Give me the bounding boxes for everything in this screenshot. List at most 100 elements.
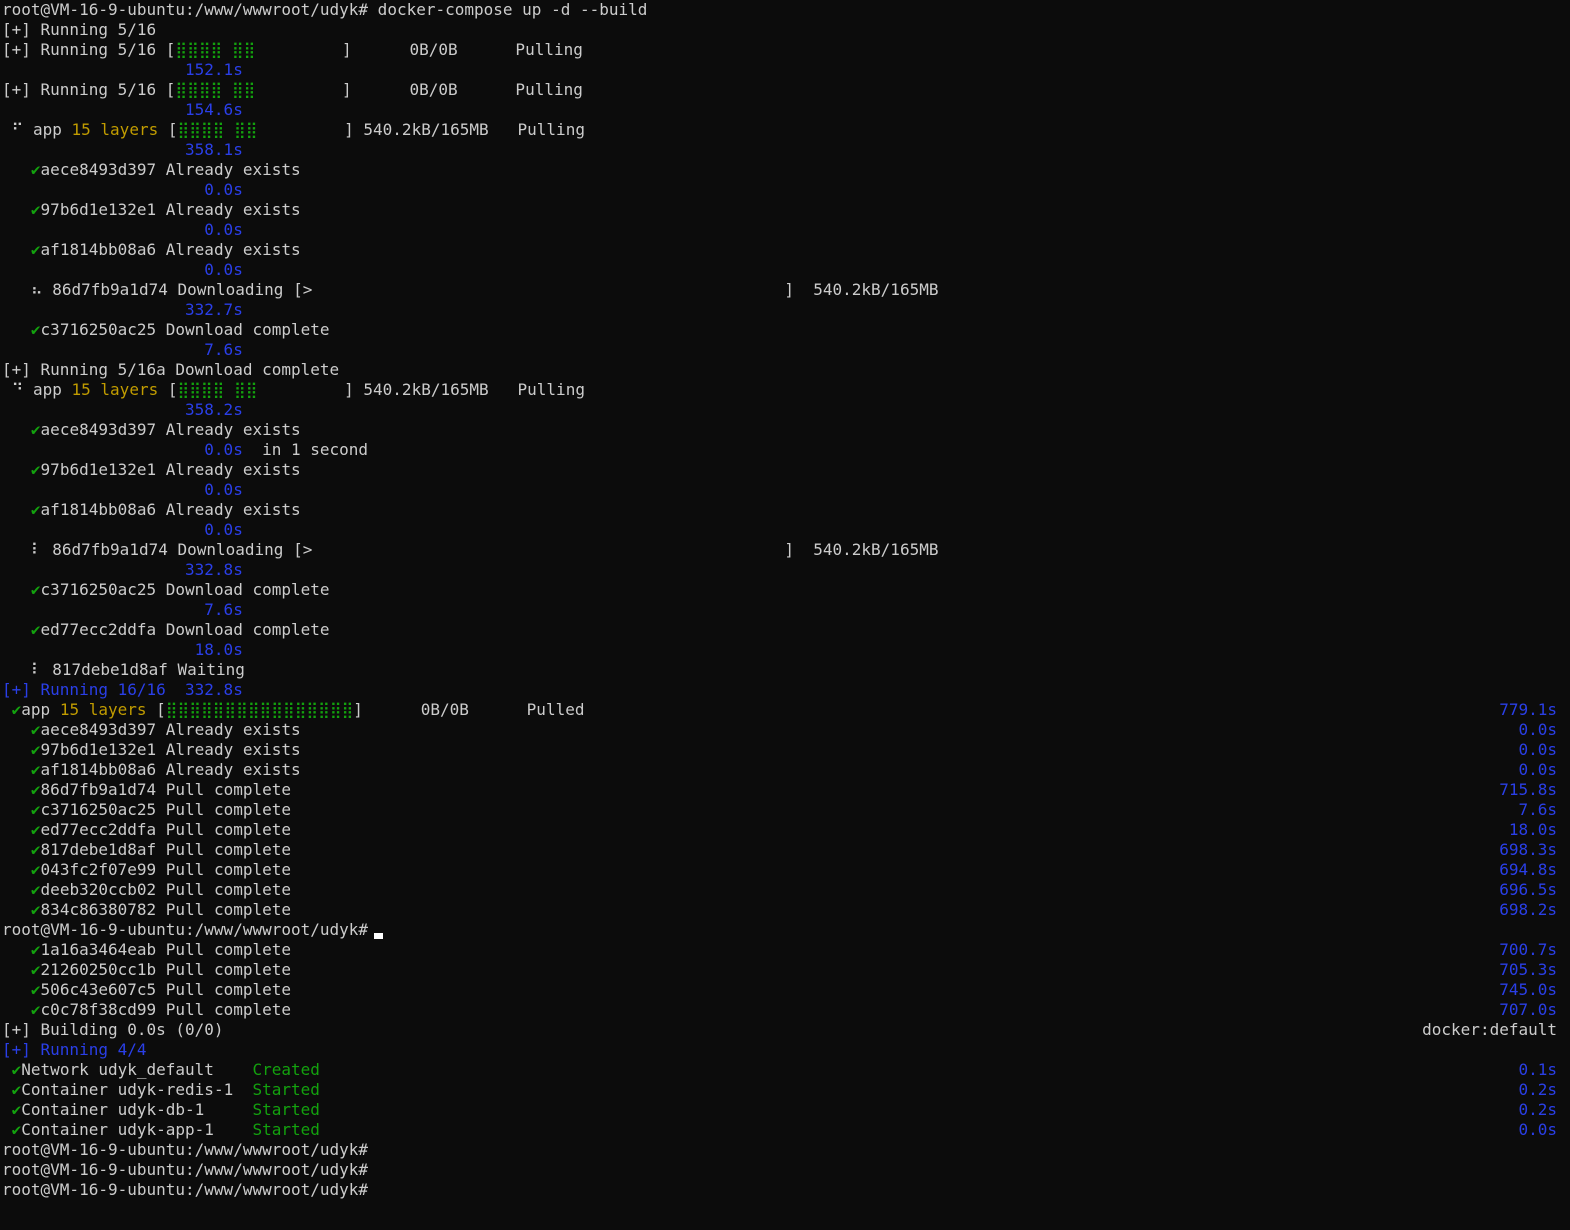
elapsed-time: 0.0s	[1518, 760, 1557, 779]
terminal-line: ✔Network udyk_default Created 0.1s	[2, 1060, 1557, 1080]
terminal-text: 0.0s	[2, 480, 243, 499]
terminal-line: 0.0s	[2, 260, 1557, 280]
terminal-line: ✔aece8493d397 Already exists	[2, 160, 1557, 180]
terminal-text: ⣿⣿⣿⣿ ⣿⣿	[175, 80, 256, 99]
terminal-line: ✔c3716250ac25 Download complete	[2, 320, 1557, 340]
terminal-text: Started	[252, 1120, 320, 1139]
terminal-text: [+] Running 5/16 [	[2, 80, 176, 99]
terminal-text: ] 0B/0B Pulling	[255, 80, 583, 99]
terminal-text: Started	[252, 1080, 320, 1099]
elapsed-time: 7.6s	[1518, 800, 1557, 819]
check-icon: ✔	[30, 960, 41, 979]
check-icon: ✔	[30, 620, 41, 639]
terminal-text: 7.6s	[2, 600, 243, 619]
terminal-text: 15 layers	[71, 120, 159, 139]
terminal-line: ✔c3716250ac25 Pull complete 7.6s	[2, 800, 1557, 820]
terminal-line: 7.6s	[2, 600, 1557, 620]
terminal-line: 0.0s	[2, 520, 1557, 540]
terminal-text: c3716250ac25 Download complete	[40, 320, 330, 339]
terminal-text: root@VM-16-9-ubuntu:/www/wwwroot/udyk#	[2, 1180, 369, 1199]
terminal-text: 834c86380782 Pull complete	[40, 900, 291, 919]
elapsed-time: 700.7s	[1499, 940, 1557, 959]
terminal-text: 0.0s	[2, 180, 243, 199]
elapsed-time: 715.8s	[1499, 780, 1557, 799]
terminal-text: aece8493d397 Already exists	[40, 160, 301, 179]
terminal-text: 0.0s	[2, 440, 243, 459]
terminal-text: 506c43e607c5 Pull complete	[40, 980, 291, 999]
terminal-output[interactable]: root@VM-16-9-ubuntu:/www/wwwroot/udyk# d…	[0, 0, 1570, 1230]
terminal-text: 358.1s	[2, 140, 243, 159]
elapsed-time: 696.5s	[1499, 880, 1557, 899]
elapsed-time: 0.2s	[1518, 1080, 1557, 1099]
terminal-text: c3716250ac25 Download complete	[40, 580, 330, 599]
terminal-text: 332.7s	[2, 300, 243, 319]
terminal-line: ⠦ 86d7fb9a1d74 Downloading [> ] 540.2kB/…	[2, 280, 1557, 300]
terminal-line: [+] Running 5/16 [⣿⣿⣿⣿ ⣿⣿ ] 0B/0B Pullin…	[2, 80, 1557, 100]
elapsed-time: 698.3s	[1499, 840, 1557, 859]
terminal-text: Container udyk-redis-1	[21, 1080, 253, 1099]
terminal-text: 97b6d1e132e1 Already exists	[40, 460, 301, 479]
terminal-text: ] 540.2kB/165MB Pulling	[257, 380, 585, 399]
terminal-text: [	[158, 120, 178, 139]
check-icon: ✔	[30, 460, 41, 479]
terminal-text: ] 540.2kB/165MB Pulling	[257, 120, 585, 139]
terminal-text: Started	[252, 1100, 320, 1119]
terminal-line: 332.8s	[2, 560, 1557, 580]
terminal-text: ⣿⣿⣿⣿⣿⣿⣿⣿⣿⣿⣿⣿⣿⣿⣿⣿	[165, 700, 354, 719]
terminal-line: ✔97b6d1e132e1 Already exists 0.0s	[2, 740, 1557, 760]
terminal-line: ✔97b6d1e132e1 Already exists	[2, 200, 1557, 220]
check-icon: ✔	[30, 880, 41, 899]
elapsed-time: 0.0s	[1518, 720, 1557, 739]
terminal-text: 358.2s	[2, 400, 243, 419]
terminal-line: 0.0s	[2, 480, 1557, 500]
terminal-line: root@VM-16-9-ubuntu:/www/wwwroot/udyk#	[2, 920, 1557, 940]
terminal-line: 18.0s	[2, 640, 1557, 660]
terminal-text: ⠇ 86d7fb9a1d74 Downloading [> ] 540.2kB/…	[2, 540, 939, 559]
check-icon: ✔	[30, 240, 41, 259]
terminal-line: ✔deeb320ccb02 Pull complete 696.5s	[2, 880, 1557, 900]
elapsed-time: 745.0s	[1499, 980, 1557, 999]
elapsed-time: 18.0s	[1508, 820, 1557, 839]
terminal-line: ✔af1814bb08a6 Already exists	[2, 240, 1557, 260]
terminal-text: ] 0B/0B Pulling	[255, 40, 583, 59]
check-icon: ✔	[30, 780, 41, 799]
terminal-text: ed77ecc2ddfa Pull complete	[40, 820, 291, 839]
terminal-line: ⠇ 817debe1d8af Waiting	[2, 660, 1557, 680]
terminal-line: ✔c3716250ac25 Download complete	[2, 580, 1557, 600]
terminal-text: af1814bb08a6 Already exists	[40, 760, 301, 779]
terminal-line: 152.1s	[2, 60, 1557, 80]
check-icon: ✔	[30, 940, 41, 959]
terminal-text: [+] Running 16/16 332.8s	[2, 680, 243, 699]
terminal-text: 21260250cc1b Pull complete	[40, 960, 291, 979]
terminal-line: ✔ed77ecc2ddfa Download complete	[2, 620, 1557, 640]
terminal-line: 7.6s	[2, 340, 1557, 360]
check-icon: ✔	[30, 720, 41, 739]
terminal-text: af1814bb08a6 Already exists	[40, 500, 301, 519]
terminal-line: ✔app 15 layers [⣿⣿⣿⣿⣿⣿⣿⣿⣿⣿⣿⣿⣿⣿⣿⣿] 0B/0B …	[2, 700, 1557, 720]
elapsed-time: 707.0s	[1499, 1000, 1557, 1019]
terminal-text: root@VM-16-9-ubuntu:/www/wwwroot/udyk#	[2, 920, 369, 939]
terminal-text: ⣿⣿⣿⣿ ⣿⣿	[177, 120, 258, 139]
terminal-text: 1a16a3464eab Pull complete	[40, 940, 291, 959]
check-icon: ✔	[30, 860, 41, 879]
terminal-text: [+] Building 0.0s (0/0)	[2, 1020, 224, 1039]
elapsed-time: 0.1s	[1518, 1060, 1557, 1079]
check-icon: ✔	[30, 740, 41, 759]
check-icon: ✔	[30, 820, 41, 839]
terminal-line: ✔af1814bb08a6 Already exists 0.0s	[2, 760, 1557, 780]
terminal-line: [+] Running 4/4	[2, 1040, 1557, 1060]
terminal-text: ⣿⣿⣿⣿ ⣿⣿	[175, 40, 256, 59]
terminal-text: 043fc2f07e99 Pull complete	[40, 860, 291, 879]
terminal-text: 817debe1d8af Pull complete	[40, 840, 291, 859]
